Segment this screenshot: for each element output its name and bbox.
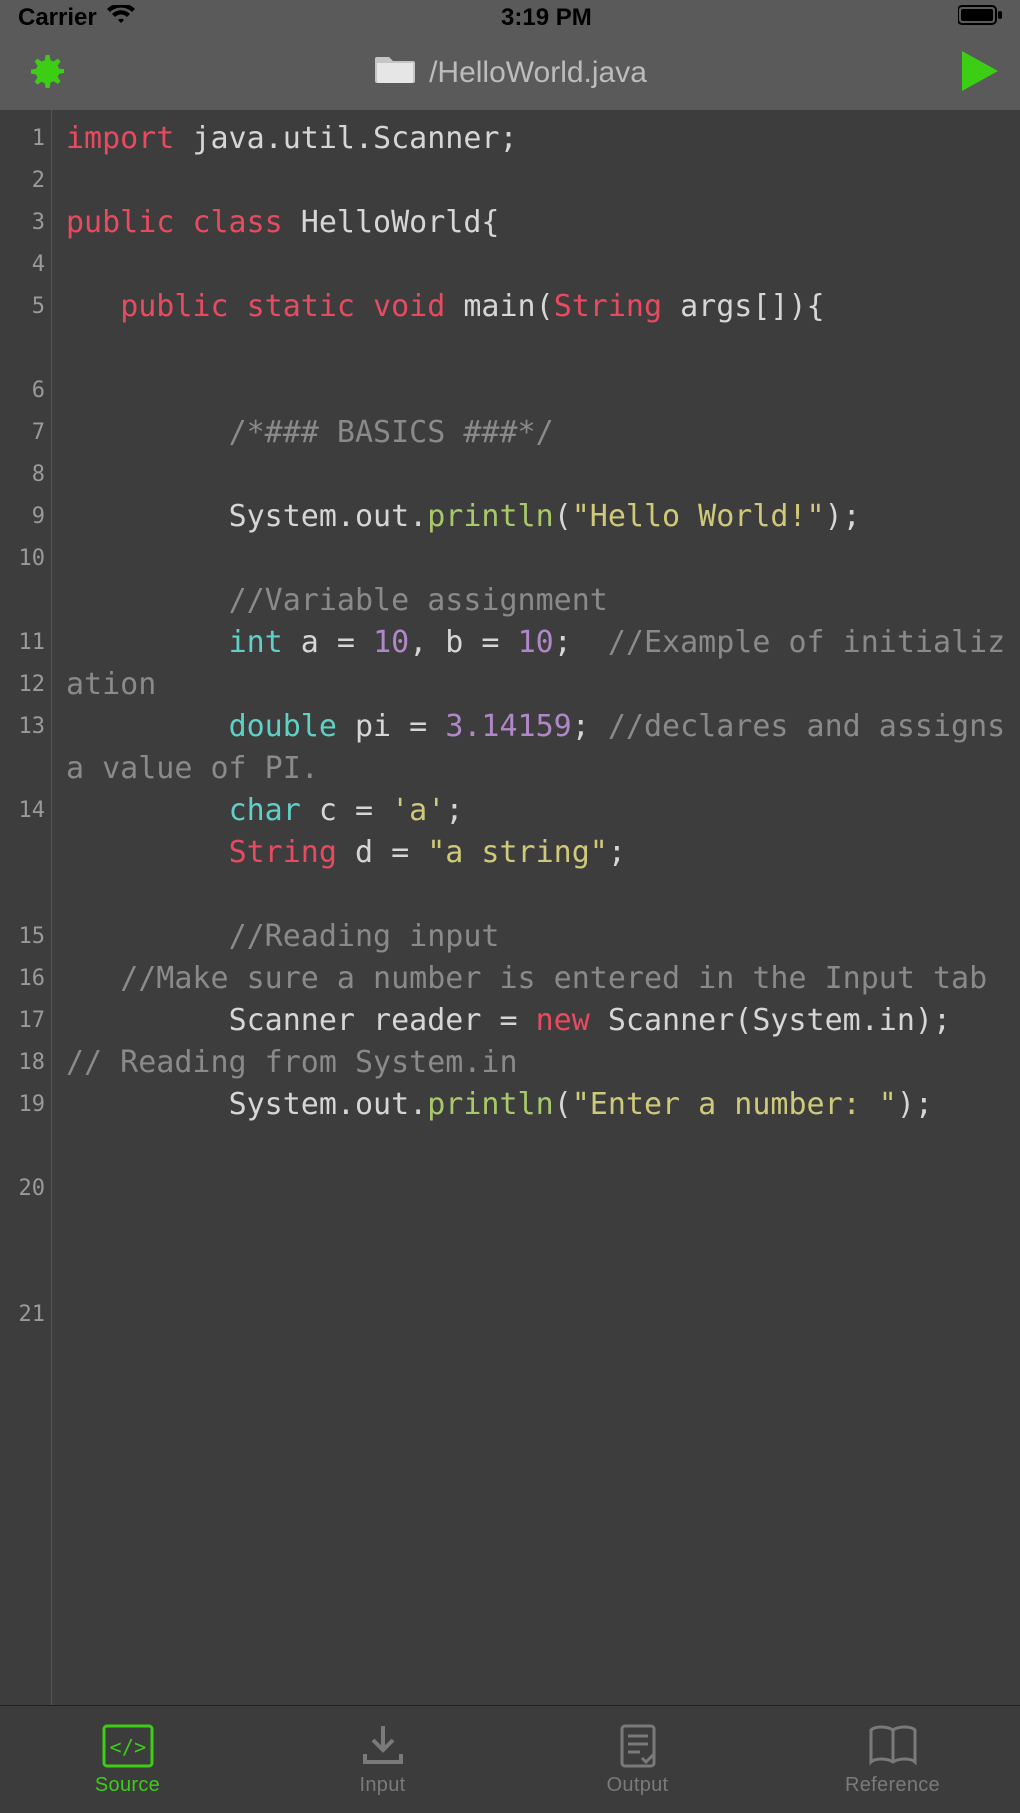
code-line: //Reading input (66, 916, 1006, 958)
status-bar: Carrier 3:19 PM (0, 0, 1020, 36)
line-number: 2 (0, 160, 45, 202)
code-line: public static void main(String args[]){ (66, 286, 1006, 328)
line-number: 4 (0, 244, 45, 286)
line-number: 17 (0, 1000, 45, 1042)
tab-label: Reference (845, 1774, 940, 1797)
line-number: 3 (0, 202, 45, 244)
code-content[interactable]: import java.util.Scanner; public class H… (52, 110, 1020, 1705)
carrier-label: Carrier (18, 4, 97, 32)
code-line: import java.util.Scanner; (66, 118, 1006, 160)
tab-output[interactable]: Output (510, 1706, 765, 1813)
code-line (66, 370, 1006, 412)
line-number: 1 (0, 118, 45, 160)
line-number: 15 (0, 916, 45, 958)
line-number: 6 (0, 370, 45, 412)
code-line: /*### BASICS ###*/ (66, 412, 1006, 454)
code-line (66, 454, 1006, 496)
code-line: Scanner reader = new Scanner(System.in);… (66, 1000, 1006, 1084)
tab-source[interactable]: </> Source (0, 1706, 255, 1813)
tab-label: Output (607, 1774, 669, 1797)
code-line: String d = "a string"; (66, 832, 1006, 874)
line-number: 9 (0, 496, 45, 538)
code-line: int a = 10, b = 10; //Example of initial… (66, 622, 1006, 706)
code-line: System.out.println("Enter a number: "); (66, 1084, 1006, 1126)
code-line: public class HelloWorld{ (66, 202, 1006, 244)
line-number: 12 (0, 664, 45, 706)
code-line: double pi = 3.14159; //declares and assi… (66, 706, 1006, 790)
clock-label: 3:19 PM (501, 4, 592, 32)
line-number: 8 (0, 454, 45, 496)
line-number: 14 (0, 790, 45, 832)
line-number: 18 (0, 1042, 45, 1084)
tab-reference[interactable]: Reference (765, 1706, 1020, 1813)
code-line: char c = 'a'; (66, 790, 1006, 832)
tab-input[interactable]: Input (255, 1706, 510, 1813)
filename-label: /HelloWorld.java (429, 56, 647, 90)
line-number: 10 (0, 538, 45, 580)
line-number: 16 (0, 958, 45, 1000)
code-line (66, 160, 1006, 202)
code-line (66, 538, 1006, 580)
code-editor[interactable]: 123456789101112131415161718192021 import… (0, 110, 1020, 1705)
tab-bar: </> Source Input Output Reference (0, 1705, 1020, 1813)
code-line (66, 874, 1006, 916)
code-line (66, 244, 1006, 286)
line-number: 19 (0, 1084, 45, 1126)
line-number: 13 (0, 706, 45, 748)
code-line: //Make sure a number is entered in the I… (66, 958, 1006, 1000)
tab-label: Input (360, 1774, 406, 1797)
code-line (66, 328, 1006, 370)
wifi-icon (107, 4, 135, 32)
filename-display[interactable]: /HelloWorld.java (375, 53, 647, 93)
line-number: 7 (0, 412, 45, 454)
code-line: //Variable assignment (66, 580, 1006, 622)
folder-icon (375, 53, 415, 93)
svg-text:</>: </> (109, 1735, 146, 1759)
line-number: 21 (0, 1294, 45, 1336)
line-number: 11 (0, 622, 45, 664)
line-gutter: 123456789101112131415161718192021 (0, 110, 52, 1705)
line-number: 20 (0, 1168, 45, 1210)
tab-label: Source (95, 1774, 160, 1797)
play-icon[interactable] (954, 47, 1002, 100)
line-number: 5 (0, 286, 45, 328)
toolbar: /HelloWorld.java (0, 36, 1020, 110)
gear-icon[interactable] (18, 46, 68, 101)
battery-icon (958, 4, 1002, 32)
code-line: System.out.println("Hello World!"); (66, 496, 1006, 538)
